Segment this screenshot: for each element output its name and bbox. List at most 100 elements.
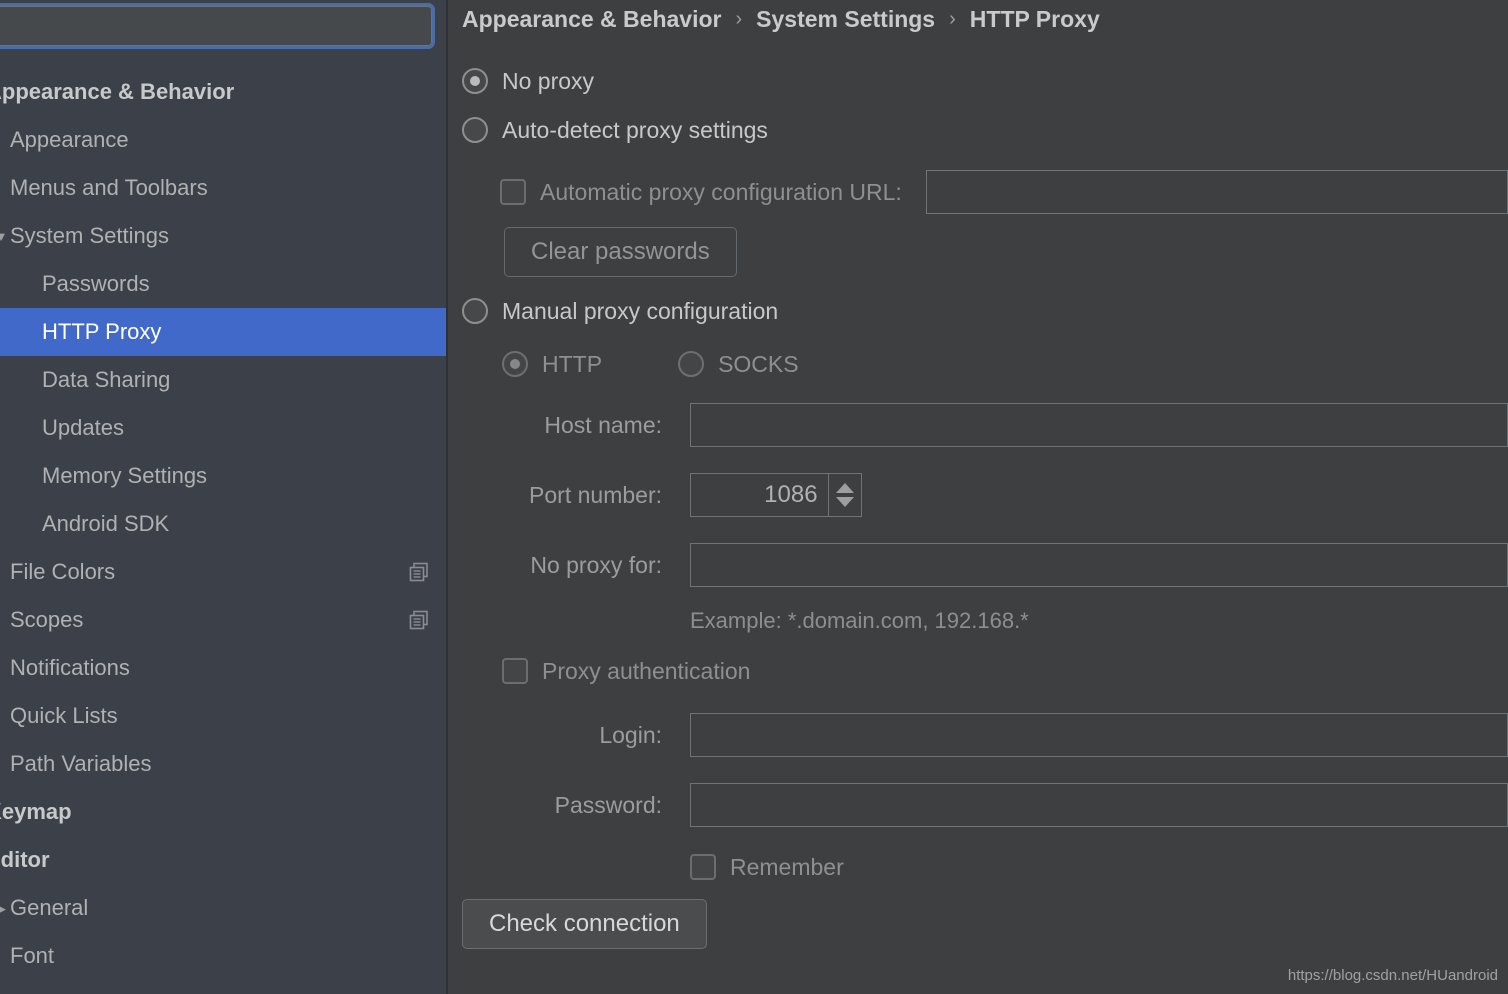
- example-hint-row: Example: *.domain.com, 192.168.*: [462, 600, 1508, 642]
- login-label: Login:: [599, 721, 662, 748]
- settings-content: Appearance & Behavior › System Settings › HT…: [448, 0, 1508, 994]
- host-name-input[interactable]: [690, 403, 1508, 447]
- breadcrumb-part: System Settings: [756, 6, 936, 32]
- sidebar-item-quick-lists[interactable]: Quick Lists: [0, 692, 446, 740]
- sidebar-item-label: System Settings: [10, 223, 169, 248]
- sidebar-item-label: Appearance & Behavior: [0, 79, 235, 104]
- no-proxy-for-label: No proxy for:: [530, 551, 662, 578]
- sidebar-item-notifications[interactable]: Notifications: [0, 644, 446, 692]
- pac-url-checkbox[interactable]: [500, 179, 526, 205]
- sidebar-item-label: Passwords: [42, 271, 150, 296]
- sidebar-item-appearance-behavior[interactable]: Appearance & Behavior: [0, 68, 446, 116]
- no-proxy-for-input[interactable]: [690, 543, 1508, 587]
- sidebar-item-label: Notifications: [10, 655, 130, 680]
- protocol-row: HTTP SOCKS: [462, 338, 1508, 390]
- settings-tree: Appearance & Behavior Appearance Menus and…: [0, 68, 446, 994]
- proxy-auth-checkbox[interactable]: [502, 658, 528, 684]
- sidebar-item-label: Memory Settings: [42, 463, 208, 488]
- no-proxy-row[interactable]: No proxy: [462, 56, 1508, 106]
- sidebar-item-label: File Colors: [10, 559, 116, 584]
- sidebar-item-keymap[interactable]: Keymap: [0, 788, 446, 836]
- sidebar-item-label: Appearance: [10, 127, 129, 152]
- sidebar-item-editor[interactable]: Editor: [0, 836, 446, 884]
- login-input[interactable]: [690, 713, 1508, 757]
- password-row: Password:: [462, 770, 1508, 840]
- no-proxy-radio[interactable]: [462, 68, 488, 94]
- no-proxy-label: No proxy: [502, 67, 595, 94]
- check-connection-row: Check connection: [462, 894, 1508, 954]
- sidebar-item-menus-and-toolbars[interactable]: Menus and Toolbars: [0, 164, 446, 212]
- chevron-down-icon[interactable]: [0, 86, 8, 99]
- sidebar-item-file-colors[interactable]: File Colors: [0, 548, 446, 596]
- spin-down-icon[interactable]: [835, 497, 854, 507]
- breadcrumb-separator: ›: [949, 8, 956, 30]
- manual-proxy-label: Manual proxy configuration: [502, 297, 779, 324]
- port-number-row: Port number:: [462, 460, 1508, 530]
- breadcrumb-separator: ›: [735, 8, 743, 30]
- port-number-stepper[interactable]: [690, 473, 862, 517]
- settings-sidebar: Appearance & Behavior Appearance Menus and…: [0, 0, 448, 994]
- socks-radio[interactable]: [678, 351, 705, 377]
- pac-url-row: Automatic proxy configuration URL:: [462, 164, 1508, 220]
- remember-checkbox[interactable]: [690, 854, 716, 880]
- breadcrumb-part: HTTP Proxy: [969, 6, 1100, 32]
- sidebar-item-scopes[interactable]: Scopes: [0, 596, 446, 644]
- http-label: HTTP: [542, 350, 603, 377]
- pac-url-label: Automatic proxy configuration URL:: [540, 178, 902, 205]
- search-box: [0, 2, 436, 50]
- auto-detect-label: Auto-detect proxy settings: [502, 116, 768, 143]
- http-radio[interactable]: [502, 351, 528, 377]
- port-number-input[interactable]: [691, 474, 828, 516]
- settings-dialog: Appearance & Behavior Appearance Menus and…: [0, 0, 1508, 994]
- spin-up-icon[interactable]: [835, 483, 854, 493]
- no-proxy-for-row: No proxy for:: [462, 530, 1508, 600]
- copy-icon[interactable]: [408, 561, 430, 583]
- sidebar-item-label: Keymap: [0, 799, 72, 824]
- sidebar-item-label: Editor: [0, 847, 50, 872]
- host-name-label: Host name:: [544, 411, 662, 438]
- sidebar-item-label: HTTP Proxy: [42, 319, 162, 344]
- sidebar-item-android-sdk[interactable]: Android SDK: [0, 500, 446, 548]
- sidebar-item-memory-settings[interactable]: Memory Settings: [0, 452, 446, 500]
- sidebar-item-general[interactable]: General: [0, 884, 446, 932]
- proxy-auth-row: Proxy authentication: [462, 642, 1508, 700]
- login-row: Login:: [462, 700, 1508, 770]
- auto-detect-row[interactable]: Auto-detect proxy settings: [462, 106, 1508, 154]
- auto-detect-radio[interactable]: [462, 117, 488, 143]
- sidebar-item-label: Scopes: [10, 607, 84, 632]
- host-name-row: Host name:: [462, 390, 1508, 460]
- breadcrumb-part: Appearance & Behavior: [462, 6, 722, 32]
- password-label: Password:: [554, 791, 662, 818]
- remember-row: Remember: [462, 840, 1508, 894]
- clear-passwords-row: Clear passwords: [462, 220, 1508, 284]
- sidebar-item-http-proxy[interactable]: HTTP Proxy: [0, 308, 446, 356]
- watermark: https://blog.csdn.net/HUandroid: [1287, 967, 1498, 984]
- sidebar-item-appearance[interactable]: Appearance: [0, 116, 446, 164]
- sidebar-item-label: Android SDK: [42, 511, 170, 536]
- sidebar-item-color-scheme[interactable]: Color Scheme: [0, 980, 446, 994]
- sidebar-item-updates[interactable]: Updates: [0, 404, 446, 452]
- check-connection-button[interactable]: Check connection: [462, 899, 707, 949]
- copy-icon[interactable]: [408, 609, 430, 631]
- clear-passwords-button[interactable]: Clear passwords: [504, 227, 737, 277]
- sidebar-item-path-variables[interactable]: Path Variables: [0, 740, 446, 788]
- sidebar-item-passwords[interactable]: Passwords: [0, 260, 446, 308]
- proxy-auth-label: Proxy authentication: [542, 657, 751, 684]
- chevron-right-icon[interactable]: [0, 902, 14, 915]
- sidebar-item-font[interactable]: Font: [0, 932, 446, 980]
- port-spin-buttons[interactable]: [827, 474, 861, 516]
- breadcrumb: Appearance & Behavior › System Settings › HT…: [462, 6, 1100, 33]
- sidebar-item-data-sharing[interactable]: Data Sharing: [0, 356, 446, 404]
- manual-proxy-radio[interactable]: [462, 298, 488, 324]
- sidebar-item-label: Updates: [42, 415, 124, 440]
- manual-proxy-row[interactable]: Manual proxy configuration: [462, 284, 1508, 338]
- sidebar-item-system-settings[interactable]: System Settings: [0, 212, 446, 260]
- chevron-down-icon[interactable]: [0, 230, 14, 243]
- sidebar-item-label: General: [10, 895, 89, 920]
- password-input[interactable]: [690, 783, 1508, 827]
- search-input[interactable]: [0, 3, 435, 49]
- pac-url-input[interactable]: [925, 170, 1508, 214]
- http-proxy-form: No proxy Auto-detect proxy settings Auto…: [462, 56, 1508, 994]
- remember-label: Remember: [730, 853, 844, 880]
- sidebar-item-label: Menus and Toolbars: [10, 175, 208, 200]
